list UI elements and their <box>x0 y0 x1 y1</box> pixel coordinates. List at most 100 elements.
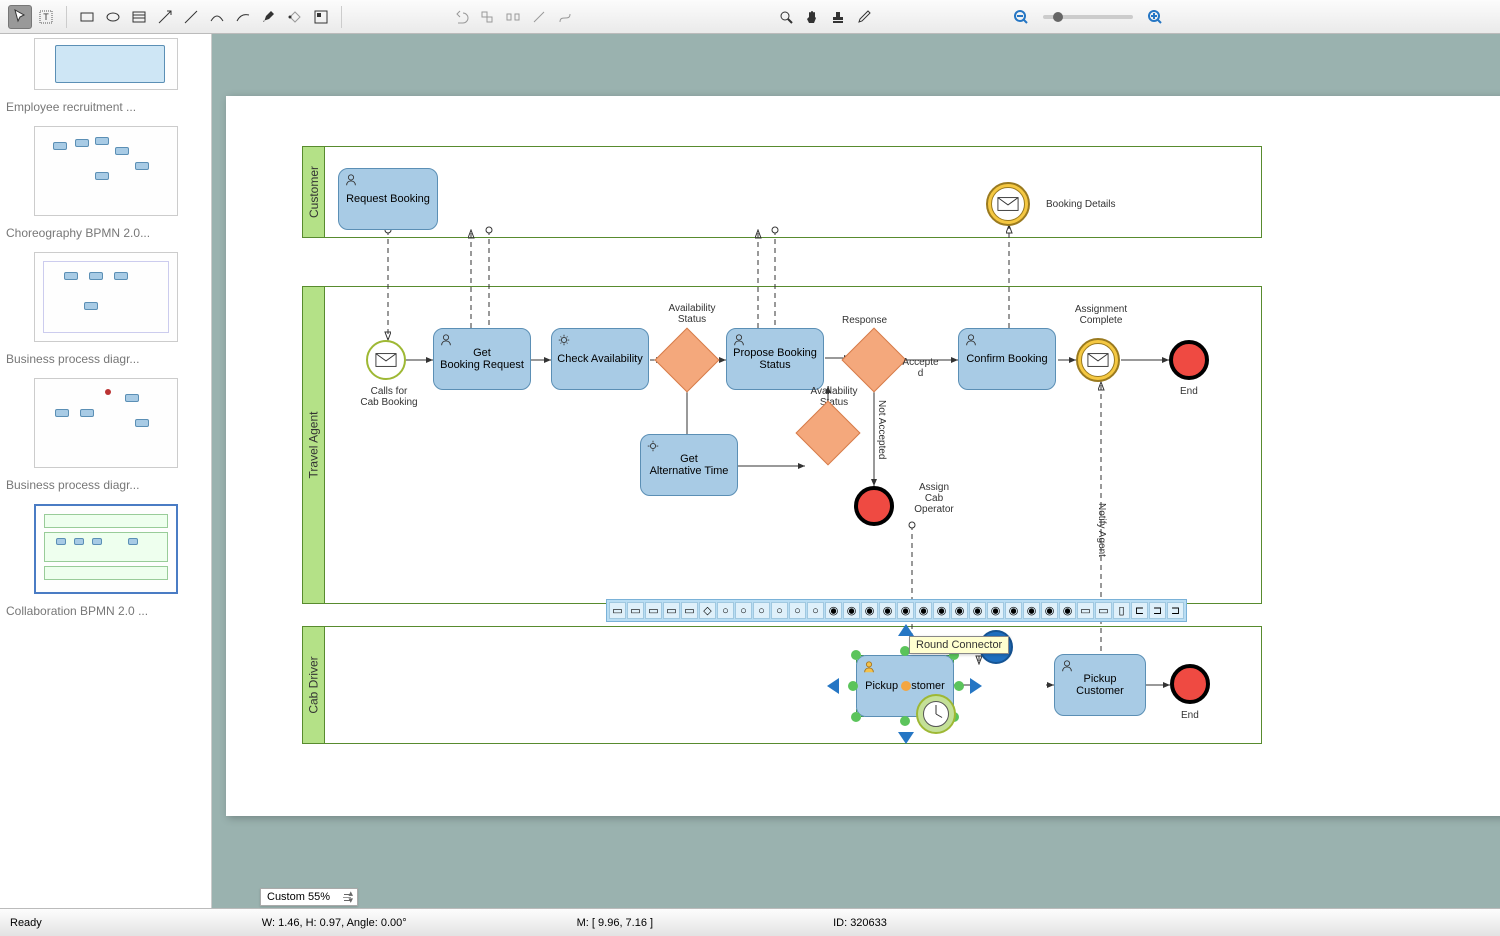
zoom-window-tool[interactable] <box>774 5 798 29</box>
arc-tool[interactable] <box>231 5 255 29</box>
shape-option[interactable]: ▯ <box>1113 602 1130 619</box>
shape-option[interactable]: ▭ <box>609 602 626 619</box>
task-label: Get Alternative Time <box>650 453 729 477</box>
canvas[interactable]: Customer Travel Agent Cab Driver <box>212 34 1500 908</box>
zoom-slider[interactable] <box>1043 15 1133 19</box>
event-end-driver[interactable] <box>1170 664 1210 704</box>
task-get-booking-request[interactable]: Get Booking Request <box>433 328 531 390</box>
table-tool[interactable] <box>127 5 151 29</box>
page-label-1: Choreography BPMN 2.0... <box>4 222 207 244</box>
shape-option[interactable]: ◉ <box>825 602 842 619</box>
page-thumb-2[interactable] <box>34 252 178 342</box>
shape-option[interactable]: ▭ <box>1095 602 1112 619</box>
zoom-out-button[interactable] <box>1009 5 1033 29</box>
shape-option[interactable]: ◉ <box>915 602 932 619</box>
page-thumb-0[interactable] <box>34 38 178 90</box>
shape-option[interactable]: ○ <box>789 602 806 619</box>
page-thumb-1[interactable] <box>34 126 178 216</box>
user-icon <box>439 333 453 347</box>
event-calls-for-cab[interactable] <box>366 340 406 380</box>
shape-option[interactable]: ○ <box>717 602 734 619</box>
zoom-value: Custom 55% <box>267 891 330 903</box>
shape-option[interactable]: ◉ <box>951 602 968 619</box>
shape-option[interactable]: ◉ <box>1005 602 1022 619</box>
task-pickup-customer-2[interactable]: Pickup Customer <box>1054 654 1146 716</box>
shape-option[interactable]: ◉ <box>1059 602 1076 619</box>
status-ready: Ready <box>10 917 42 929</box>
link-tool[interactable] <box>527 5 551 29</box>
handle-arrow-down[interactable] <box>898 732 914 744</box>
event-timer[interactable] <box>916 694 956 734</box>
shape-option[interactable]: ○ <box>735 602 752 619</box>
shape-option[interactable]: ⊐ <box>1149 602 1166 619</box>
library-tool[interactable] <box>309 5 333 29</box>
shape-option[interactable]: ▭ <box>645 602 662 619</box>
label-response: Response <box>842 315 887 326</box>
distribute-tool[interactable] <box>501 5 525 29</box>
shape-option[interactable]: ▭ <box>663 602 680 619</box>
pool-header-customer: Customer <box>303 147 325 237</box>
undo-tool[interactable] <box>449 5 473 29</box>
handle-arrow-left[interactable] <box>827 678 839 694</box>
envelope-icon <box>1087 352 1109 368</box>
shape-option[interactable]: ⊐ <box>1167 602 1184 619</box>
ellipse-tool[interactable] <box>101 5 125 29</box>
shape-option[interactable]: ◉ <box>861 602 878 619</box>
task-propose-booking[interactable]: Propose Booking Status <box>726 328 824 390</box>
label-booking-details: Booking Details <box>1046 199 1115 210</box>
shape-option[interactable]: ▭ <box>681 602 698 619</box>
task-get-alternative[interactable]: Get Alternative Time <box>640 434 738 496</box>
shape-option[interactable]: ▭ <box>1077 602 1094 619</box>
event-end-reject[interactable] <box>854 486 894 526</box>
shape-option[interactable]: ◉ <box>1041 602 1058 619</box>
shape-option[interactable]: ▭ <box>627 602 644 619</box>
curve-tool[interactable] <box>205 5 229 29</box>
text-tool[interactable]: T <box>34 5 58 29</box>
rect-tool[interactable] <box>75 5 99 29</box>
envelope-icon <box>375 352 397 368</box>
page-thumb-3[interactable] <box>34 378 178 468</box>
line-tool[interactable] <box>179 5 203 29</box>
shape-option[interactable]: ⊏ <box>1131 602 1148 619</box>
handle-arrow-up[interactable] <box>898 624 914 636</box>
task-check-availability[interactable]: Check Availability <box>551 328 649 390</box>
pool-header-agent: Travel Agent <box>303 287 325 603</box>
task-label: Get Booking Request <box>440 347 524 371</box>
main-toolbar: T <box>0 0 1500 34</box>
stamp-tool[interactable] <box>826 5 850 29</box>
shape-option[interactable]: ◉ <box>933 602 950 619</box>
user-icon <box>862 660 876 674</box>
shape-option[interactable]: ◉ <box>987 602 1004 619</box>
pan-tool[interactable] <box>800 5 824 29</box>
shape-option[interactable]: ◉ <box>969 602 986 619</box>
label-end2: End <box>1181 710 1199 721</box>
shape-option[interactable]: ◉ <box>897 602 914 619</box>
eyedropper-tool[interactable] <box>852 5 876 29</box>
shape-option[interactable]: ○ <box>807 602 824 619</box>
task-label: Confirm Booking <box>966 353 1047 365</box>
pool-customer[interactable]: Customer <box>302 146 1262 238</box>
task-request-booking[interactable]: Request Booking <box>338 168 438 230</box>
pen-tool[interactable] <box>257 5 281 29</box>
event-booking-details[interactable] <box>986 182 1030 226</box>
task-confirm-booking[interactable]: Confirm Booking <box>958 328 1056 390</box>
shape-option[interactable]: ◉ <box>879 602 896 619</box>
align-tool[interactable] <box>475 5 499 29</box>
shape-option[interactable]: ○ <box>771 602 788 619</box>
route-tool[interactable] <box>553 5 577 29</box>
page-thumb-4[interactable] <box>34 504 178 594</box>
zoom-in-button[interactable] <box>1143 5 1167 29</box>
shape-option[interactable]: ◉ <box>1023 602 1040 619</box>
edit-shape-tool[interactable] <box>283 5 307 29</box>
zoom-combo[interactable]: Custom 55%▴▾ <box>260 888 358 906</box>
shape-option[interactable]: ◇ <box>699 602 716 619</box>
shape-option[interactable]: ○ <box>753 602 770 619</box>
event-end-agent[interactable] <box>1169 340 1209 380</box>
pointer-tool[interactable] <box>8 5 32 29</box>
shape-option[interactable]: ◉ <box>843 602 860 619</box>
connector-tool[interactable] <box>153 5 177 29</box>
rapid-draw-bar[interactable]: ▭▭▭▭▭◇○○○○○○◉◉◉◉◉◉◉◉◉◉◉◉◉◉▭▭▯⊏⊐⊐ <box>606 599 1187 622</box>
event-assignment-complete[interactable] <box>1076 338 1120 382</box>
handle-arrow-right[interactable] <box>970 678 982 694</box>
gear-icon <box>557 333 571 347</box>
